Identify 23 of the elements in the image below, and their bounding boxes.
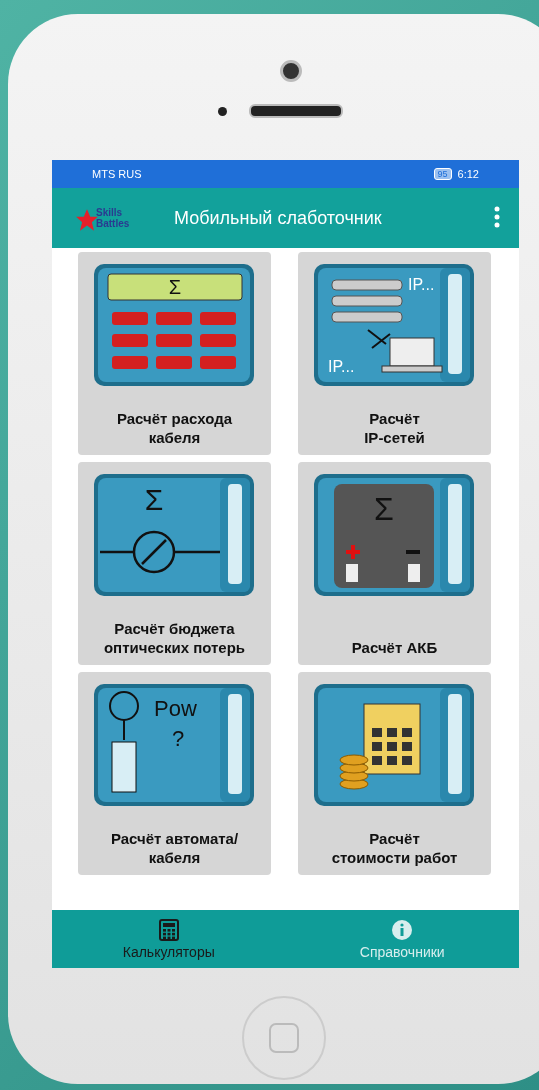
carrier-label: MTS RUS bbox=[92, 168, 142, 180]
calculator-tile[interactable]: Расчёт стоимости работ bbox=[298, 672, 491, 875]
tile-label: Расчёт АКБ bbox=[351, 638, 438, 657]
clock-time: 6:12 bbox=[457, 168, 479, 180]
calculator-tile[interactable]: Pow ? Расчёт автомата/ кабеля bbox=[78, 672, 271, 875]
tile-label: Расчёт расхода кабеля bbox=[116, 409, 233, 447]
logo-text: Skills bbox=[96, 207, 124, 218]
tile-label: Расчёт IP-сетей bbox=[364, 409, 425, 447]
calculator-tile[interactable]: Σ Расчёт расхода кабеля bbox=[78, 252, 271, 455]
calculator-tile[interactable]: Σ Расчёт АКБ bbox=[298, 462, 491, 665]
nav-tab[interactable]: Калькуляторы bbox=[52, 910, 286, 968]
app-title: Мобильный слаботочник bbox=[174, 207, 383, 229]
tile-label: Расчёт бюджета оптических потерь bbox=[103, 619, 246, 657]
tile-label: Расчёт автомата/ кабеля bbox=[110, 829, 239, 867]
calculator-icon bbox=[158, 918, 179, 941]
calculator-tile[interactable]: Σ Расчёт бюджета оптических потерь bbox=[78, 462, 271, 665]
tile-label: Расчёт стоимости работ bbox=[331, 829, 458, 867]
logo-text: Battles bbox=[96, 218, 131, 229]
camera-icon bbox=[279, 60, 302, 82]
info-icon bbox=[391, 918, 414, 941]
calculator-tile[interactable]: IP... IP... Расчёт IP-сетей bbox=[298, 252, 491, 455]
battery-level: 95 bbox=[433, 168, 452, 180]
sensor-icon bbox=[218, 106, 227, 116]
